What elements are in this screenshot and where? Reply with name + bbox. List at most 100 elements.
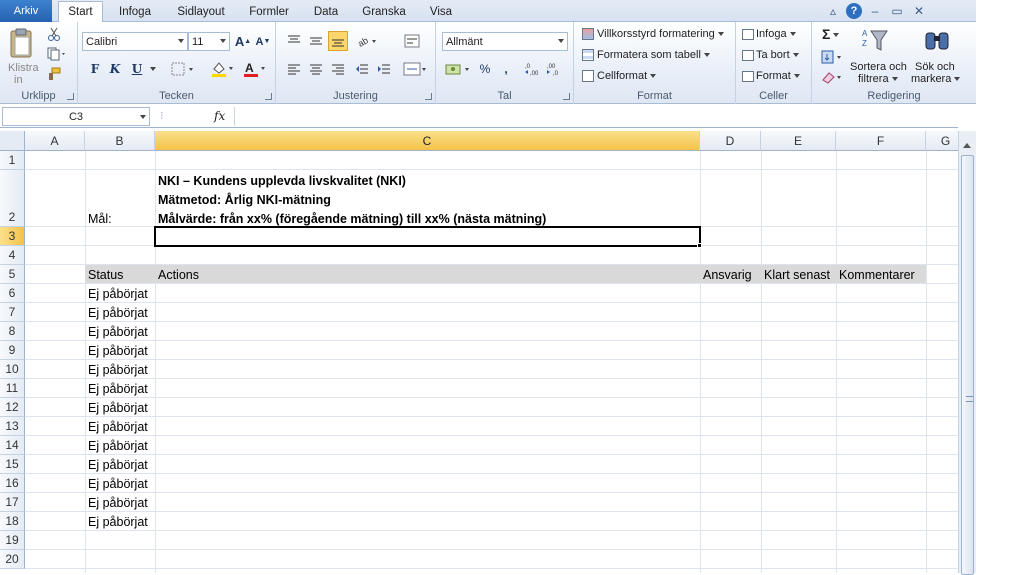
underline-dropdown-icon[interactable] — [146, 60, 156, 78]
align-top-icon[interactable] — [284, 32, 304, 50]
formula-input[interactable] — [234, 107, 960, 126]
cell-status[interactable]: Ej påbörjat — [85, 321, 155, 340]
font-name-combo[interactable]: Calibri — [82, 32, 188, 51]
cell-c2-line3[interactable]: Målvärde: från xx% (föregående mätning) … — [155, 208, 700, 227]
currency-format-icon[interactable] — [444, 60, 474, 78]
increase-decimal-icon[interactable]: ,0,00 — [524, 60, 544, 78]
delete-cells-button[interactable]: Ta bort — [742, 49, 799, 61]
cell-status[interactable]: Ej påbörjat — [85, 492, 155, 511]
active-cell-selection[interactable] — [154, 226, 701, 247]
worksheet-grid[interactable]: A B C D E F G 1 2 3 4 5 6 7 8 9 10 11 12 13 14 15 16 17 1… — [0, 131, 958, 573]
clipboard-launcher-icon[interactable] — [67, 93, 74, 100]
number-launcher-icon[interactable] — [563, 93, 570, 100]
cell-styles-button[interactable]: Cellformat — [582, 70, 657, 83]
orientation-icon[interactable]: ab — [356, 32, 382, 50]
tab-visa[interactable]: Visa — [422, 2, 460, 22]
align-middle-icon[interactable] — [306, 32, 326, 50]
cut-icon[interactable] — [46, 26, 62, 42]
wrap-text-icon[interactable] — [402, 32, 422, 50]
decrease-decimal-icon[interactable]: ,00,0 — [546, 60, 566, 78]
tab-granska[interactable]: Granska — [356, 2, 412, 22]
restore-window-icon[interactable]: ▭ — [888, 2, 906, 20]
format-painter-icon[interactable] — [46, 66, 62, 82]
minimize-ribbon-icon[interactable]: ▵ — [824, 2, 842, 20]
align-bottom-icon[interactable] — [328, 31, 348, 51]
tab-formler[interactable]: Formler — [240, 2, 298, 22]
find-select-label-2[interactable]: markera — [911, 73, 961, 85]
column-header-f[interactable]: F — [836, 131, 926, 151]
number-format-combo[interactable]: Allmänt — [442, 32, 568, 51]
sort-filter-icon[interactable]: AZ — [860, 26, 890, 56]
copy-icon[interactable] — [46, 46, 68, 62]
tab-infoga[interactable]: Infoga — [110, 2, 160, 22]
vertical-scrollbar[interactable] — [958, 131, 976, 575]
paste-label[interactable]: Klistra — [8, 62, 39, 74]
row-header-5[interactable]: 5 — [0, 265, 25, 284]
percent-button[interactable]: % — [476, 60, 494, 78]
row-header-10[interactable]: 10 — [0, 360, 25, 379]
name-box[interactable]: C3 — [2, 107, 150, 126]
column-header-d[interactable]: D — [700, 131, 761, 151]
font-color-icon[interactable]: A — [242, 60, 270, 78]
column-header-a[interactable]: A — [25, 131, 85, 151]
tab-data[interactable]: Data — [306, 2, 346, 22]
cell-status[interactable]: Ej påbörjat — [85, 283, 155, 302]
sort-filter-label[interactable]: Sortera och — [850, 61, 907, 73]
format-cells-button[interactable]: Format — [742, 70, 800, 82]
row-header-6[interactable]: 6 — [0, 284, 25, 303]
format-as-table-button[interactable]: Formatera som tabell — [582, 49, 710, 62]
insert-cells-button[interactable]: Infoga — [742, 28, 796, 40]
tab-file[interactable]: Arkiv — [0, 0, 52, 22]
fill-icon[interactable] — [820, 48, 846, 66]
grow-font-icon[interactable]: A ▲ — [234, 32, 252, 51]
close-window-icon[interactable]: ✕ — [910, 2, 928, 20]
align-left-icon[interactable] — [284, 60, 304, 78]
font-launcher-icon[interactable] — [265, 93, 272, 100]
row-header-8[interactable]: 8 — [0, 322, 25, 341]
row-header-9[interactable]: 9 — [0, 341, 25, 360]
comma-style-button[interactable]: , — [498, 60, 514, 78]
cell-c2-line1[interactable]: NKI – Kundens upplevda livskvalitet (NKI… — [155, 170, 700, 189]
increase-indent-icon[interactable] — [374, 60, 394, 78]
alignment-launcher-icon[interactable] — [425, 93, 432, 100]
cell-status[interactable]: Ej påbörjat — [85, 359, 155, 378]
cell-status[interactable]: Ej påbörjat — [85, 416, 155, 435]
row-header-2[interactable]: 2 — [0, 170, 25, 227]
fill-color-icon[interactable] — [210, 60, 238, 78]
column-header-b[interactable]: B — [85, 131, 155, 151]
row-header-13[interactable]: 13 — [0, 417, 25, 436]
paste-label-2[interactable]: in — [14, 74, 23, 86]
borders-icon[interactable] — [170, 60, 198, 78]
conditional-formatting-button[interactable]: Villkorsstyrd formatering — [582, 28, 724, 41]
column-header-c[interactable]: C — [155, 131, 700, 151]
row-header-14[interactable]: 14 — [0, 436, 25, 455]
autosum-button[interactable]: Σ — [822, 26, 840, 42]
merge-center-icon[interactable] — [402, 60, 430, 78]
formula-bar-grip-icon[interactable]: ⁝ — [160, 109, 165, 122]
cell-b2[interactable]: Mål: — [85, 170, 155, 227]
column-header-e[interactable]: E — [761, 131, 836, 151]
row-header-11[interactable]: 11 — [0, 379, 25, 398]
find-select-icon[interactable] — [922, 26, 952, 56]
row-header-1[interactable]: 1 — [0, 151, 25, 170]
decrease-indent-icon[interactable] — [352, 60, 372, 78]
clear-icon[interactable] — [820, 68, 846, 86]
scroll-up-icon[interactable] — [963, 143, 971, 148]
cell-status[interactable]: Ej påbörjat — [85, 435, 155, 454]
select-all-button[interactable] — [0, 131, 25, 151]
tab-start[interactable]: Start — [58, 1, 103, 22]
header-ansvarig[interactable]: Ansvarig — [700, 264, 761, 283]
bold-button[interactable]: F — [86, 60, 104, 78]
cell-status[interactable]: Ej påbörjat — [85, 302, 155, 321]
row-header-3[interactable]: 3 — [0, 227, 25, 246]
align-right-icon[interactable] — [328, 60, 348, 78]
help-icon[interactable]: ? — [846, 3, 862, 19]
header-actions[interactable]: Actions — [155, 264, 700, 283]
row-header-19[interactable]: 19 — [0, 531, 25, 550]
insert-function-icon[interactable]: fx — [214, 109, 225, 123]
cell-status[interactable]: Ej påbörjat — [85, 454, 155, 473]
cell-status[interactable]: Ej påbörjat — [85, 511, 155, 530]
scrollbar-thumb[interactable] — [961, 155, 974, 575]
split-box[interactable] — [958, 106, 976, 131]
minimize-window-icon[interactable]: – — [866, 2, 884, 20]
